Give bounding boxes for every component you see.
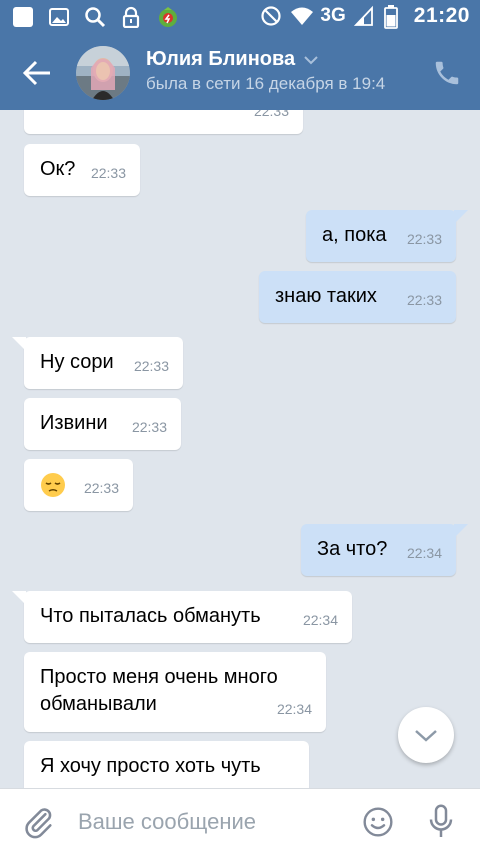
battery-icon (383, 5, 406, 29)
message-input[interactable] (70, 801, 350, 843)
arrow-left-icon (22, 60, 50, 86)
notification-square-icon (12, 6, 34, 28)
wifi-icon (290, 5, 314, 27)
gallery-icon (48, 6, 70, 28)
message-bubble-incoming[interactable]: Ну сори 22:33 (12, 337, 183, 389)
message-time: 22:34 (276, 701, 312, 717)
message-text: Извини (40, 412, 108, 434)
message-composer (0, 788, 480, 854)
message-bubble-incoming[interactable]: Что пыталась обмануть 22:34 (12, 591, 352, 643)
message-time: 22:34 (302, 612, 338, 628)
app-notification-icon (156, 6, 178, 28)
microphone-icon (429, 804, 453, 837)
call-button[interactable] (432, 58, 462, 88)
emoji-button[interactable] (362, 806, 394, 838)
message-text: Просто меня очень много обманывали (40, 666, 278, 715)
clock: 21:20 (413, 4, 470, 27)
status-bar: 3G 21:20 (0, 0, 480, 36)
scroll-to-bottom-button[interactable] (398, 707, 454, 763)
message-bubble-incoming[interactable]: Просто меня очень много обманывали 22:34 (24, 652, 326, 732)
message-time: 22:33 (131, 419, 167, 435)
network-type: 3G (320, 5, 346, 26)
message-bubble-outgoing[interactable]: а, пока 22:33 (306, 210, 468, 262)
voice-message-button[interactable] (426, 803, 456, 841)
bubble-tail (454, 524, 468, 538)
message-bubble-incoming[interactable]: 22:33 (24, 459, 133, 511)
avatar[interactable] (76, 46, 130, 100)
message-bubble-outgoing[interactable]: За что? 22:34 (301, 524, 468, 576)
message-text: знаю таких (275, 285, 377, 307)
chevron-down-icon (304, 55, 318, 64)
message-bubble-outgoing[interactable]: знаю таких 22:33 (259, 271, 456, 323)
message-bubble-incoming[interactable]: Извини 22:33 (24, 398, 181, 450)
back-button[interactable] (18, 53, 58, 93)
message-time: 22:33 (83, 480, 119, 496)
message-bubble-incoming[interactable]: 22:33 (24, 110, 303, 134)
chat-header: Юлия Блинова была в сети 16 декабря в 19… (0, 36, 480, 110)
contact-name[interactable]: Юлия Блинова (146, 48, 319, 71)
do-not-disturb-icon (260, 5, 282, 27)
message-text: Я хочу просто хоть чуть (40, 755, 261, 777)
contact-last-seen: была в сети 16 декабря в 19:4 (146, 74, 386, 93)
message-time: 22:33 (406, 231, 442, 247)
message-bubble-incoming[interactable]: Ок? 22:33 (24, 144, 140, 196)
bubble-tail (12, 337, 26, 351)
smiley-icon (363, 807, 393, 837)
pensive-face-icon (40, 472, 66, 498)
message-text: а, пока (322, 224, 387, 246)
message-text: Что пыталась обмануть (40, 605, 261, 627)
bubble-tail (12, 591, 26, 605)
signal-icon (353, 5, 376, 27)
message-time: 22:34 (406, 545, 442, 561)
message-text: За что? (317, 538, 388, 560)
bubble-tail (454, 210, 468, 224)
chevron-down-icon (415, 730, 437, 742)
phone-icon (435, 61, 459, 85)
search-icon (84, 6, 106, 28)
attach-button[interactable] (22, 805, 56, 839)
message-text: Ок? (40, 158, 76, 180)
message-list[interactable]: 22:33 Ок? 22:33 а, пока 22:33 знаю таких… (0, 110, 480, 788)
message-text: Ну сори (40, 351, 114, 373)
lock-icon (120, 6, 142, 29)
message-time: 22:33 (253, 110, 289, 119)
message-time: 22:33 (133, 358, 169, 374)
message-bubble-incoming[interactable]: Я хочу просто хоть чуть (24, 741, 309, 788)
paperclip-icon (25, 808, 52, 839)
message-time: 22:33 (406, 292, 442, 308)
message-time: 22:33 (90, 165, 126, 181)
contact-name-text: Юлия Блинова (146, 48, 296, 70)
